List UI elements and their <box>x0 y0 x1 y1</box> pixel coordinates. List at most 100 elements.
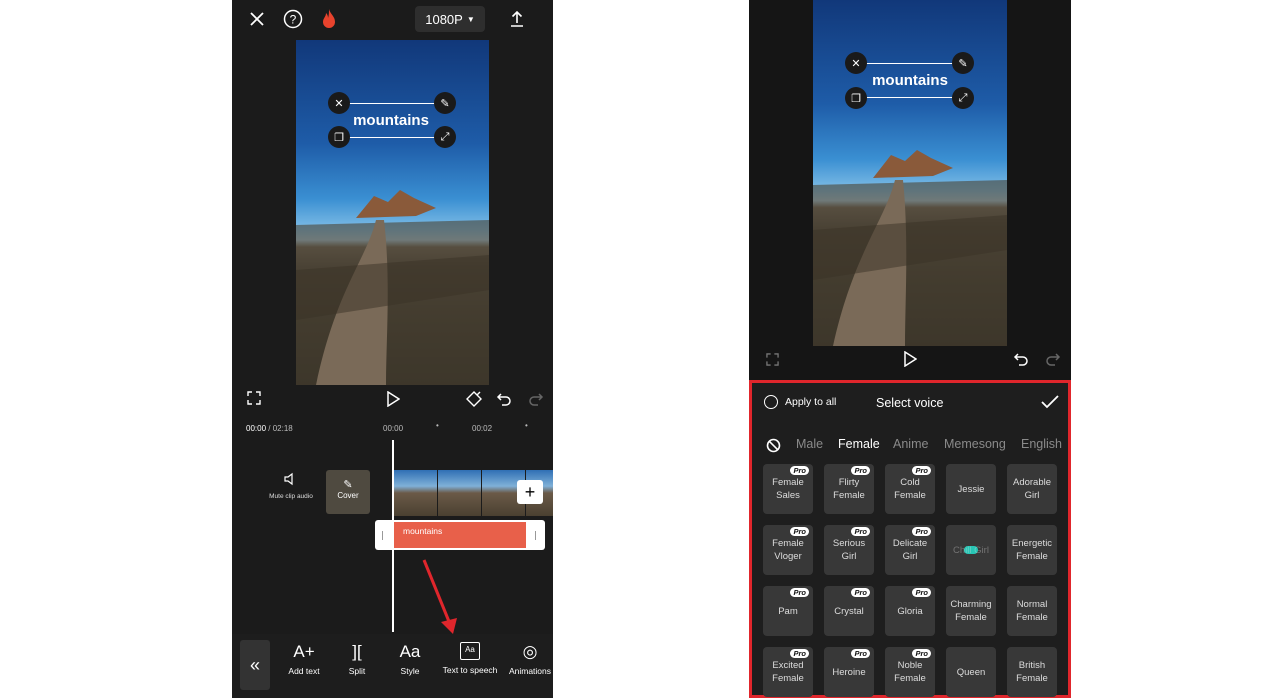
total-time: 02:18 <box>272 424 293 433</box>
add-text-button[interactable]: A+ Add text <box>275 642 333 676</box>
fullscreen-icon[interactable] <box>246 390 262 406</box>
voice-name: Crystal <box>834 605 864 618</box>
undo-icon[interactable] <box>495 390 513 408</box>
voice-card[interactable]: Adorable Girl <box>1007 464 1057 514</box>
voice-card[interactable]: Pro Female Sales <box>763 464 813 514</box>
style-button[interactable]: Aa Style <box>381 642 439 676</box>
tool-label: Add text <box>288 666 320 676</box>
text-overlay[interactable]: mountains <box>857 63 963 98</box>
voice-name-line: Heroine <box>832 666 866 678</box>
voice-card[interactable]: Pro Noble Female <box>885 647 935 697</box>
voice-name-line: Gloria <box>897 605 923 617</box>
rotate-scale-icon[interactable]: ⤢ <box>952 87 974 109</box>
duplicate-text-icon[interactable]: ❐ <box>328 126 350 148</box>
split-button[interactable]: ][ Split <box>328 642 386 676</box>
keyframe-icon[interactable] <box>464 389 484 409</box>
fullscreen-icon[interactable] <box>764 351 780 367</box>
voice-name-line: Female <box>1016 612 1048 623</box>
animations-button[interactable]: ◎ Animations <box>501 642 553 676</box>
voice-card[interactable]: Pro Flirty Female <box>824 464 874 514</box>
no-voice-icon[interactable] <box>765 437 781 453</box>
voice-name-line: Female <box>1016 551 1048 562</box>
trim-handle-right[interactable] <box>535 531 536 540</box>
delete-text-icon[interactable]: ✕ <box>845 52 867 74</box>
voice-name-line: Girl <box>902 551 918 562</box>
voice-card[interactable]: Pro Crystal <box>824 586 874 636</box>
ruler-mark: 00:00 <box>383 424 404 433</box>
tab-anime[interactable]: Anime <box>893 437 928 451</box>
trim-handle-left[interactable] <box>382 531 383 540</box>
voice-card[interactable]: Pro Delicate Girl <box>885 525 935 575</box>
voice-card[interactable]: Queen <box>946 647 996 697</box>
voice-card[interactable]: Charming Female <box>946 586 996 636</box>
ruler-dot: • <box>525 421 528 430</box>
voice-name-line: Pam <box>778 605 798 617</box>
panel-title: Select voice <box>876 396 944 410</box>
voice-card[interactable]: Energetic Female <box>1007 525 1057 575</box>
voice-name: Charming Female <box>950 598 991 624</box>
confirm-check-icon[interactable] <box>1040 393 1060 411</box>
help-icon[interactable]: ? <box>282 8 304 30</box>
bottom-toolbar: « A+ Add text ][ Split Aa Style Aa Text … <box>232 634 553 698</box>
voice-name: Excited Female <box>772 659 804 685</box>
animations-icon: ◎ <box>522 642 538 661</box>
voice-card[interactable]: Pro Heroine <box>824 647 874 697</box>
voice-card[interactable]: Pro Female Vloger <box>763 525 813 575</box>
apply-to-all-toggle[interactable]: Apply to all <box>764 395 836 409</box>
add-clip-button[interactable]: + <box>517 480 543 504</box>
current-time: 00:00 <box>246 424 267 433</box>
pro-badge: Pro <box>790 649 809 658</box>
duplicate-text-icon[interactable]: ❐ <box>845 87 867 109</box>
svg-text:?: ? <box>290 13 297 27</box>
select-voice-panel: Apply to all Select voice Male Female An… <box>749 380 1071 698</box>
close-icon[interactable] <box>246 8 268 30</box>
tab-memesong[interactable]: Memesong <box>944 437 1006 451</box>
text-overlay[interactable]: mountains <box>339 103 443 138</box>
text-clip[interactable]: mountains <box>375 520 545 550</box>
voice-name: Adorable Girl <box>1013 476 1051 502</box>
collapse-icon[interactable]: « <box>240 640 270 690</box>
play-icon[interactable] <box>384 390 402 408</box>
voice-name: Serious Girl <box>833 537 865 563</box>
voice-name: Normal Female <box>1016 598 1048 624</box>
redo-icon[interactable] <box>527 390 545 408</box>
tab-english[interactable]: English <box>1021 437 1062 451</box>
voice-card[interactable]: Pro Serious Girl <box>824 525 874 575</box>
voice-card[interactable]: British Female <box>1007 647 1057 697</box>
pencil-icon: ✎ <box>343 479 353 491</box>
resolution-button[interactable]: 1080P ▼ <box>415 6 485 32</box>
edit-text-icon[interactable]: ✎ <box>952 52 974 74</box>
flame-icon[interactable] <box>318 7 340 31</box>
mute-clip-audio-button[interactable]: Mute clip audio <box>266 472 316 500</box>
tab-male[interactable]: Male <box>796 437 823 451</box>
playhead[interactable] <box>392 440 394 632</box>
voice-card[interactable]: Jessie <box>946 464 996 514</box>
delete-text-icon[interactable]: ✕ <box>328 92 350 114</box>
redo-icon[interactable] <box>1044 350 1062 368</box>
voice-card[interactable]: Pro Pam <box>763 586 813 636</box>
voice-name: Flirty Female <box>833 476 865 502</box>
tab-female[interactable]: Female <box>838 437 880 451</box>
voice-card[interactable]: Normal Female <box>1007 586 1057 636</box>
video-preview[interactable] <box>813 0 1007 346</box>
edit-text-icon[interactable]: ✎ <box>434 92 456 114</box>
text-to-speech-button[interactable]: Aa Text to speech <box>441 642 499 675</box>
undo-icon[interactable] <box>1012 350 1030 368</box>
voice-name-line: Sales <box>776 490 800 501</box>
pro-badge: Pro <box>912 649 931 658</box>
ruler-mark: 00:02 <box>472 424 493 433</box>
voice-card[interactable]: Chill Girl <box>946 525 996 575</box>
mute-label: Mute clip audio <box>269 493 313 500</box>
cover-button[interactable]: ✎ Cover <box>326 470 370 514</box>
add-text-icon: A+ <box>293 642 315 661</box>
pro-badge: Pro <box>790 466 809 475</box>
style-icon: Aa <box>399 642 421 661</box>
rotate-scale-icon[interactable]: ⤢ <box>434 126 456 148</box>
voice-card[interactable]: Pro Cold Female <box>885 464 935 514</box>
video-preview[interactable] <box>296 40 489 385</box>
voice-card[interactable]: Pro Excited Female <box>763 647 813 697</box>
voice-name-line: Female <box>1016 673 1048 684</box>
export-icon[interactable] <box>507 8 527 30</box>
play-icon[interactable] <box>901 350 919 368</box>
voice-card[interactable]: Pro Gloria <box>885 586 935 636</box>
